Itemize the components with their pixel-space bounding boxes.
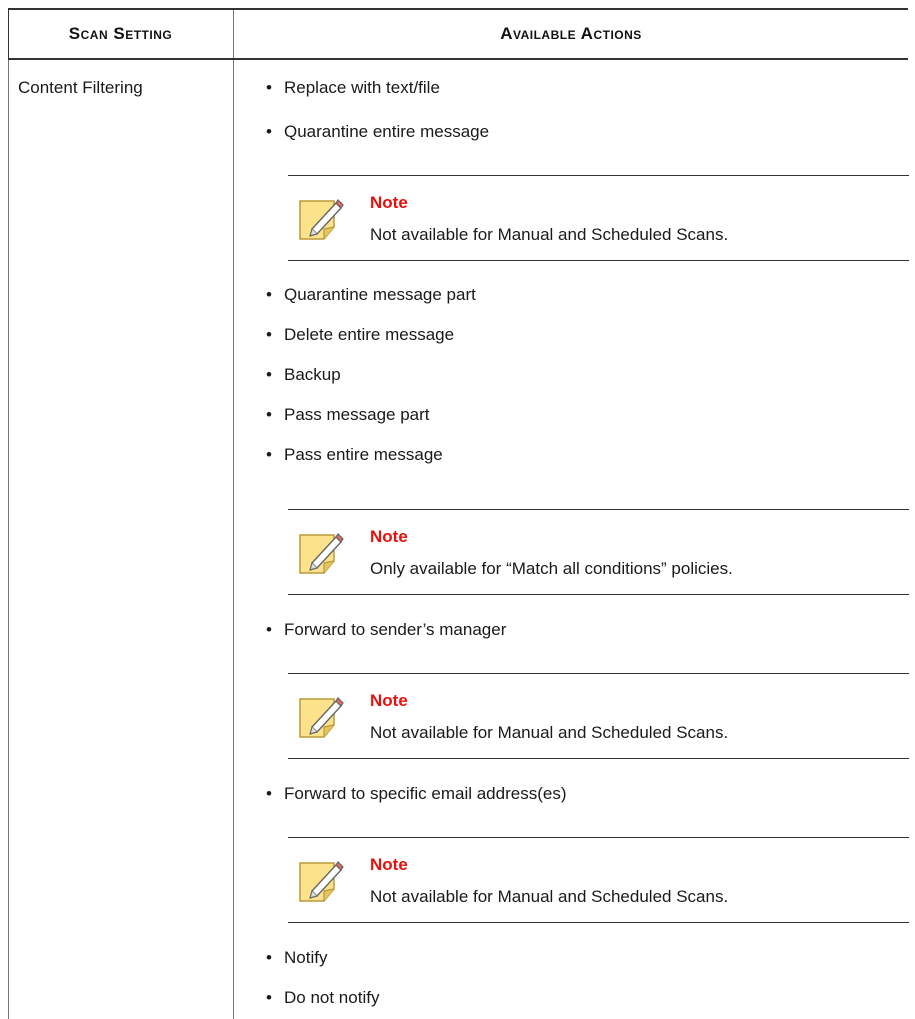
action-item: • Backup: [266, 365, 341, 384]
scan-settings-table: Scan Setting Available Actions Content F…: [8, 8, 909, 1019]
action-label: Pass message part: [284, 405, 430, 424]
note-text: Not available for Manual and Scheduled S…: [370, 887, 729, 906]
note-text: Not available for Manual and Scheduled S…: [370, 225, 729, 244]
column-divider: [233, 60, 234, 1019]
note-pencil-icon: [299, 199, 344, 240]
note-pencil-icon: [299, 861, 344, 902]
action-label: Forward to specific email address(es): [284, 784, 567, 803]
note-pencil-icon: [299, 697, 344, 738]
note-title: Note: [370, 855, 408, 874]
note-title: Note: [370, 527, 408, 546]
note-text: Not available for Manual and Scheduled S…: [370, 723, 729, 742]
table-header: Scan Setting Available Actions: [8, 8, 908, 60]
action-item: • Replace with text/file: [266, 78, 440, 97]
action-label: Replace with text/file: [284, 78, 440, 97]
note-pencil-icon: [299, 533, 344, 574]
action-item: • Pass entire message: [266, 445, 443, 464]
action-item: • Quarantine entire message: [266, 122, 490, 141]
note-box: Note Only available for “Match all condi…: [288, 509, 909, 595]
action-label: Quarantine message part: [284, 285, 476, 304]
table-left-border: [8, 60, 9, 1019]
note-title: Note: [370, 193, 408, 212]
action-label: Pass entire message: [284, 445, 443, 464]
table-left-border-top: [8, 8, 9, 60]
header-scan-setting: Scan Setting: [68, 24, 173, 43]
action-label: Forward to sender’s manager: [284, 620, 507, 639]
action-item: • Notify: [266, 948, 328, 967]
action-label: Do not notify: [284, 988, 380, 1007]
action-label: Backup: [284, 365, 341, 384]
note-box: Note Not available for Manual and Schedu…: [288, 673, 909, 759]
action-label: Notify: [284, 948, 328, 967]
note-text: Only available for “Match all conditions…: [370, 559, 733, 578]
note-title: Note: [370, 691, 408, 710]
note-box: Note Not available for Manual and Schedu…: [288, 837, 909, 923]
action-label: Quarantine entire message: [284, 122, 490, 141]
action-item: • Forward to sender’s manager: [266, 620, 507, 639]
action-item: • Pass message part: [266, 405, 430, 424]
header-available-actions: Available Actions: [500, 24, 642, 43]
action-item: • Forward to specific email address(es): [266, 784, 567, 803]
action-item: • Quarantine message part: [266, 285, 476, 304]
action-item: • Delete entire message: [266, 325, 455, 344]
note-box: Note Not available for Manual and Schedu…: [288, 175, 909, 261]
setting-cell: Content Filtering: [18, 78, 143, 97]
action-item: • Do not notify: [266, 988, 380, 1007]
action-label: Delete entire message: [284, 325, 455, 344]
